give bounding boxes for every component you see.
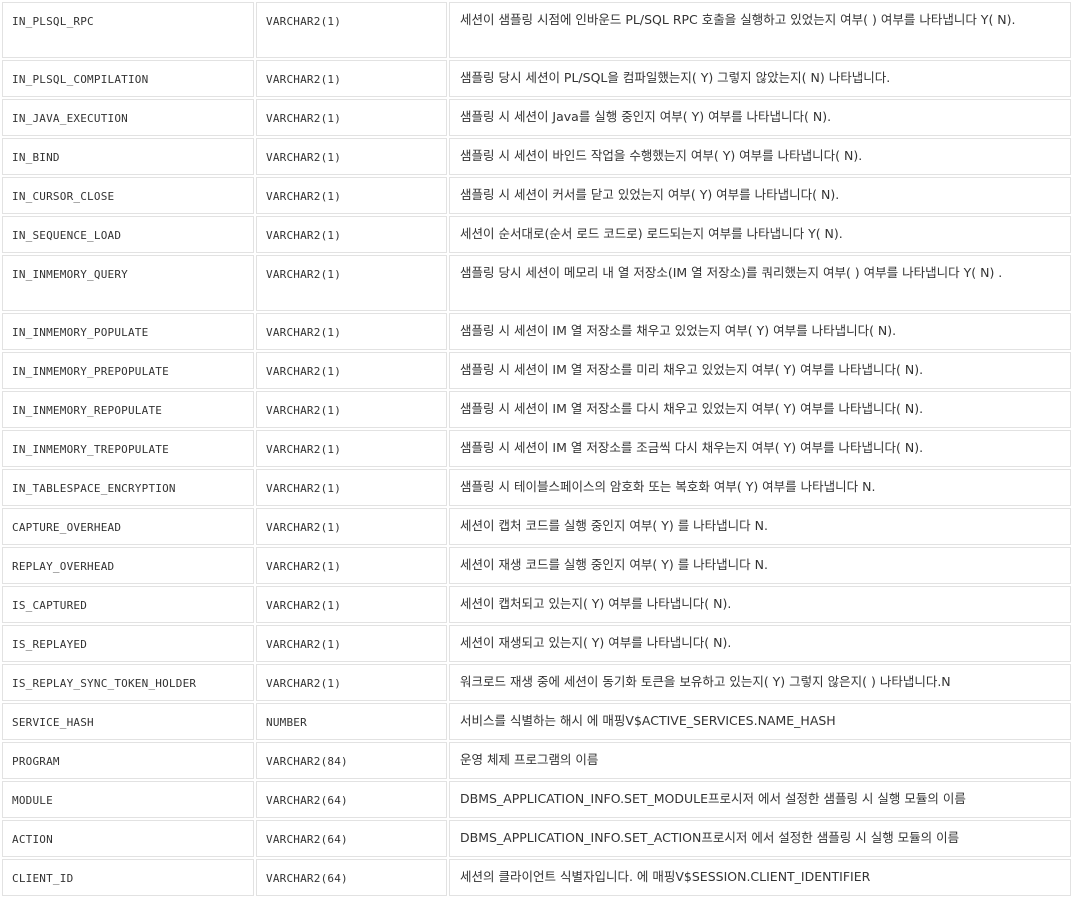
data-type-cell: NUMBER (256, 703, 447, 740)
table-row: IN_INMEMORY_POPULATE VARCHAR2(1) 샘플링 시 세… (2, 313, 1071, 350)
description-cell: 샘플링 시 세션이 IM 열 저장소를 조금씩 다시 채우는지 여부( Y) 여… (449, 430, 1071, 467)
column-name-cell: IN_TABLESPACE_ENCRYPTION (2, 469, 254, 506)
column-name-cell: IN_PLSQL_COMPILATION (2, 60, 254, 97)
data-type-cell: VARCHAR2(64) (256, 859, 447, 896)
description-cell: DBMS_APPLICATION_INFO.SET_ACTION프로시저 에서 … (449, 820, 1071, 857)
column-name-cell: IN_BIND (2, 138, 254, 175)
data-type-cell: VARCHAR2(1) (256, 508, 447, 545)
column-name-cell: REPLAY_OVERHEAD (2, 547, 254, 584)
description-cell: 세션이 재생 코드를 실행 중인지 여부( Y) 를 나타냅니다 N. (449, 547, 1071, 584)
table-row: IN_BIND VARCHAR2(1) 샘플링 시 세션이 바인드 작업을 수행… (2, 138, 1071, 175)
data-type-cell: VARCHAR2(1) (256, 586, 447, 623)
description-cell: 샘플링 시 테이블스페이스의 암호화 또는 복호화 여부( Y) 여부를 나타냅… (449, 469, 1071, 506)
table-row: SERVICE_HASH NUMBER 서비스를 식별하는 해시 에 매핑V$A… (2, 703, 1071, 740)
table-row: CLIENT_ID VARCHAR2(64) 세션의 클라이언트 식별자입니다.… (2, 859, 1071, 896)
column-name-cell: ACTION (2, 820, 254, 857)
column-name-cell: IN_INMEMORY_POPULATE (2, 313, 254, 350)
data-type-cell: VARCHAR2(1) (256, 469, 447, 506)
column-name-cell: IS_CAPTURED (2, 586, 254, 623)
column-name-cell: PROGRAM (2, 742, 254, 779)
column-name-cell: IN_INMEMORY_REPOPULATE (2, 391, 254, 428)
description-cell: 샘플링 시 세션이 IM 열 저장소를 다시 채우고 있었는지 여부( Y) 여… (449, 391, 1071, 428)
column-name-cell: IN_INMEMORY_TREPOPULATE (2, 430, 254, 467)
data-type-cell: VARCHAR2(1) (256, 255, 447, 311)
description-cell: 샘플링 당시 세션이 PL/SQL을 컴파일했는지( Y) 그렇지 않았는지( … (449, 60, 1071, 97)
table-row: MODULE VARCHAR2(64) DBMS_APPLICATION_INF… (2, 781, 1071, 818)
description-cell: 샘플링 시 세션이 Java를 실행 중인지 여부( Y) 여부를 나타냅니다(… (449, 99, 1071, 136)
data-type-cell: VARCHAR2(1) (256, 664, 447, 701)
column-name-cell: MODULE (2, 781, 254, 818)
table-row: IN_INMEMORY_TREPOPULATE VARCHAR2(1) 샘플링 … (2, 430, 1071, 467)
column-name-cell: IN_INMEMORY_QUERY (2, 255, 254, 311)
table-row: CAPTURE_OVERHEAD VARCHAR2(1) 세션이 캡처 코드를 … (2, 508, 1071, 545)
description-cell: 세션이 샘플링 시점에 인바운드 PL/SQL RPC 호출을 실행하고 있었는… (449, 2, 1071, 58)
data-type-cell: VARCHAR2(1) (256, 177, 447, 214)
data-type-cell: VARCHAR2(1) (256, 313, 447, 350)
table-row: IN_CURSOR_CLOSE VARCHAR2(1) 샘플링 시 세션이 커서… (2, 177, 1071, 214)
table-body: IN_PLSQL_RPC VARCHAR2(1) 세션이 샘플링 시점에 인바운… (2, 2, 1071, 896)
column-name-cell: IN_JAVA_EXECUTION (2, 99, 254, 136)
column-name-cell: SERVICE_HASH (2, 703, 254, 740)
description-cell: DBMS_APPLICATION_INFO.SET_MODULE프로시저 에서 … (449, 781, 1071, 818)
data-type-cell: VARCHAR2(64) (256, 781, 447, 818)
data-type-cell: VARCHAR2(84) (256, 742, 447, 779)
table-row: REPLAY_OVERHEAD VARCHAR2(1) 세션이 재생 코드를 실… (2, 547, 1071, 584)
description-cell: 샘플링 시 세션이 바인드 작업을 수행했는지 여부( Y) 여부를 나타냅니다… (449, 138, 1071, 175)
description-cell: 세션이 캡처되고 있는지( Y) 여부를 나타냅니다( N). (449, 586, 1071, 623)
data-type-cell: VARCHAR2(1) (256, 2, 447, 58)
column-name-cell: CLIENT_ID (2, 859, 254, 896)
data-type-cell: VARCHAR2(1) (256, 625, 447, 662)
column-definitions-table: IN_PLSQL_RPC VARCHAR2(1) 세션이 샘플링 시점에 인바운… (0, 0, 1073, 898)
column-name-cell: CAPTURE_OVERHEAD (2, 508, 254, 545)
data-type-cell: VARCHAR2(1) (256, 391, 447, 428)
table-row: IN_INMEMORY_REPOPULATE VARCHAR2(1) 샘플링 시… (2, 391, 1071, 428)
table-row: PROGRAM VARCHAR2(84) 운영 체제 프로그램의 이름 (2, 742, 1071, 779)
column-name-cell: IN_INMEMORY_PREPOPULATE (2, 352, 254, 389)
table-row: IN_INMEMORY_PREPOPULATE VARCHAR2(1) 샘플링 … (2, 352, 1071, 389)
data-type-cell: VARCHAR2(1) (256, 430, 447, 467)
table-row: ACTION VARCHAR2(64) DBMS_APPLICATION_INF… (2, 820, 1071, 857)
table-row: IS_CAPTURED VARCHAR2(1) 세션이 캡처되고 있는지( Y)… (2, 586, 1071, 623)
description-cell: 샘플링 시 세션이 IM 열 저장소를 미리 채우고 있었는지 여부( Y) 여… (449, 352, 1071, 389)
table-row: IS_REPLAY_SYNC_TOKEN_HOLDER VARCHAR2(1) … (2, 664, 1071, 701)
description-cell: 세션이 캡처 코드를 실행 중인지 여부( Y) 를 나타냅니다 N. (449, 508, 1071, 545)
data-type-cell: VARCHAR2(1) (256, 547, 447, 584)
data-type-cell: VARCHAR2(1) (256, 216, 447, 253)
table-row: IN_PLSQL_RPC VARCHAR2(1) 세션이 샘플링 시점에 인바운… (2, 2, 1071, 58)
column-name-cell: IS_REPLAY_SYNC_TOKEN_HOLDER (2, 664, 254, 701)
table-row: IN_SEQUENCE_LOAD VARCHAR2(1) 세션이 순서대로(순서… (2, 216, 1071, 253)
description-cell: 서비스를 식별하는 해시 에 매핑V$ACTIVE_SERVICES.NAME_… (449, 703, 1071, 740)
description-cell: 운영 체제 프로그램의 이름 (449, 742, 1071, 779)
description-cell: 샘플링 시 세션이 IM 열 저장소를 채우고 있었는지 여부( Y) 여부를 … (449, 313, 1071, 350)
column-name-cell: IN_PLSQL_RPC (2, 2, 254, 58)
column-name-cell: IN_SEQUENCE_LOAD (2, 216, 254, 253)
description-cell: 세션이 재생되고 있는지( Y) 여부를 나타냅니다( N). (449, 625, 1071, 662)
data-type-cell: VARCHAR2(1) (256, 352, 447, 389)
data-type-cell: VARCHAR2(64) (256, 820, 447, 857)
description-cell: 워크로드 재생 중에 세션이 동기화 토큰을 보유하고 있는지( Y) 그렇지 … (449, 664, 1071, 701)
description-cell: 샘플링 시 세션이 커서를 닫고 있었는지 여부( Y) 여부를 나타냅니다( … (449, 177, 1071, 214)
table-row: IN_PLSQL_COMPILATION VARCHAR2(1) 샘플링 당시 … (2, 60, 1071, 97)
table-row: IN_INMEMORY_QUERY VARCHAR2(1) 샘플링 당시 세션이… (2, 255, 1071, 311)
data-type-cell: VARCHAR2(1) (256, 60, 447, 97)
column-name-cell: IN_CURSOR_CLOSE (2, 177, 254, 214)
data-type-cell: VARCHAR2(1) (256, 138, 447, 175)
description-cell: 세션의 클라이언트 식별자입니다. 에 매핑V$SESSION.CLIENT_I… (449, 859, 1071, 896)
column-name-cell: IS_REPLAYED (2, 625, 254, 662)
table-row: IN_JAVA_EXECUTION VARCHAR2(1) 샘플링 시 세션이 … (2, 99, 1071, 136)
table-row: IS_REPLAYED VARCHAR2(1) 세션이 재생되고 있는지( Y)… (2, 625, 1071, 662)
description-cell: 세션이 순서대로(순서 로드 코드로) 로드되는지 여부를 나타냅니다 Y( N… (449, 216, 1071, 253)
data-type-cell: VARCHAR2(1) (256, 99, 447, 136)
table-row: IN_TABLESPACE_ENCRYPTION VARCHAR2(1) 샘플링… (2, 469, 1071, 506)
description-cell: 샘플링 당시 세션이 메모리 내 열 저장소(IM 열 저장소)를 쿼리했는지 … (449, 255, 1071, 311)
